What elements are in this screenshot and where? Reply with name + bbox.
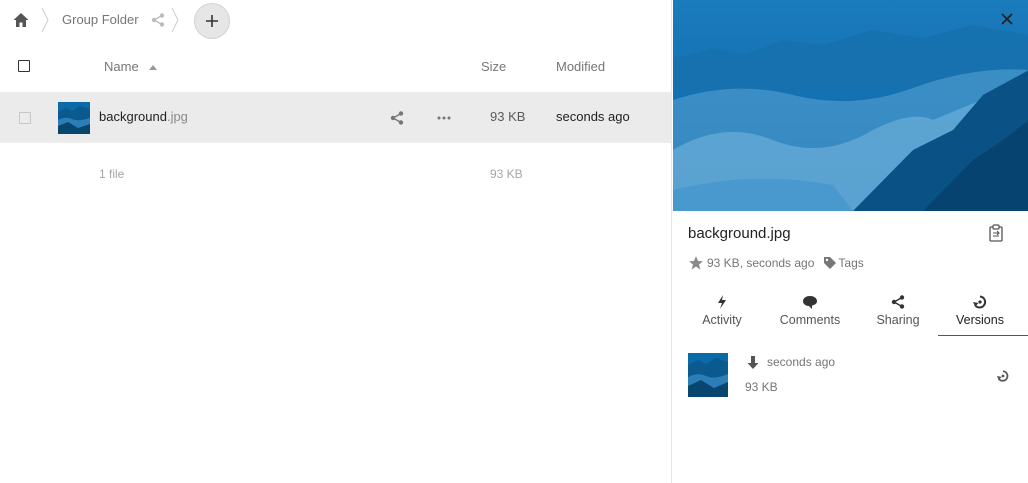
select-all-checkbox[interactable] — [18, 60, 30, 72]
tab-label: Activity — [702, 313, 742, 327]
file-modified: seconds ago — [556, 109, 630, 124]
lightning-icon — [718, 295, 726, 309]
table-header: Name Size Modified — [0, 48, 671, 88]
close-icon[interactable] — [1000, 12, 1014, 26]
tab-activity[interactable]: Activity — [688, 292, 756, 337]
tab-comments[interactable]: Comments — [772, 292, 848, 337]
history-icon — [973, 295, 987, 309]
file-meta-text: 93 KB, seconds ago — [707, 256, 815, 270]
comment-icon — [803, 296, 817, 309]
clipboard-icon[interactable] — [988, 224, 1004, 242]
tags-link[interactable]: Tags — [838, 256, 863, 270]
breadcrumb: Group Folder — [0, 0, 671, 44]
breadcrumb-separator — [171, 7, 179, 33]
version-size: 93 KB — [745, 380, 778, 394]
home-icon[interactable] — [12, 11, 30, 29]
restore-icon[interactable] — [996, 369, 1010, 383]
share-icon[interactable] — [150, 12, 166, 28]
more-options-icon[interactable] — [436, 110, 452, 126]
star-icon[interactable] — [688, 255, 704, 271]
plus-icon — [206, 15, 218, 27]
tab-label: Comments — [779, 313, 841, 327]
summary-total-size: 93 KB — [490, 167, 523, 181]
share-icon — [891, 295, 905, 309]
row-checkbox[interactable] — [19, 112, 31, 124]
column-modified[interactable]: Modified — [556, 59, 605, 74]
tab-label: Versions — [956, 313, 1004, 327]
image-preview — [673, 0, 1028, 211]
download-icon[interactable] — [745, 355, 761, 371]
file-list-panel: Group Folder Name Size Modified backgrou… — [0, 0, 671, 483]
tab-label: Sharing — [876, 313, 920, 327]
sidebar-tabs: Activity Comments Sharing Versions — [688, 292, 1028, 338]
breadcrumb-separator — [41, 7, 49, 33]
summary-file-count: 1 file — [99, 167, 125, 181]
file-thumbnail — [58, 102, 90, 134]
tab-sharing[interactable]: Sharing — [866, 292, 930, 337]
tag-icon[interactable] — [823, 256, 837, 270]
file-size: 93 KB — [490, 109, 526, 124]
table-row[interactable]: background.jpg 93 KB seconds ago — [0, 92, 671, 143]
new-button[interactable] — [194, 3, 230, 39]
file-meta: 93 KB, seconds ago Tags — [688, 255, 864, 271]
file-basename: background — [99, 109, 167, 124]
column-name[interactable]: Name — [104, 59, 139, 74]
column-size[interactable]: Size — [481, 59, 506, 74]
sort-ascending-icon — [149, 65, 157, 70]
file-extension: .jpg — [166, 109, 188, 124]
version-thumbnail — [688, 353, 728, 397]
breadcrumb-folder[interactable]: Group Folder — [62, 12, 139, 27]
active-tab-indicator — [938, 335, 1028, 336]
share-icon[interactable] — [389, 110, 405, 126]
tab-versions[interactable]: Versions — [944, 292, 1016, 337]
sidebar-filename: background.jpg — [688, 225, 791, 242]
version-time: seconds ago — [767, 355, 836, 369]
file-name[interactable]: background.jpg — [99, 109, 188, 124]
details-sidebar: background.jpg 93 KB, seconds ago Tags A… — [671, 0, 1028, 483]
